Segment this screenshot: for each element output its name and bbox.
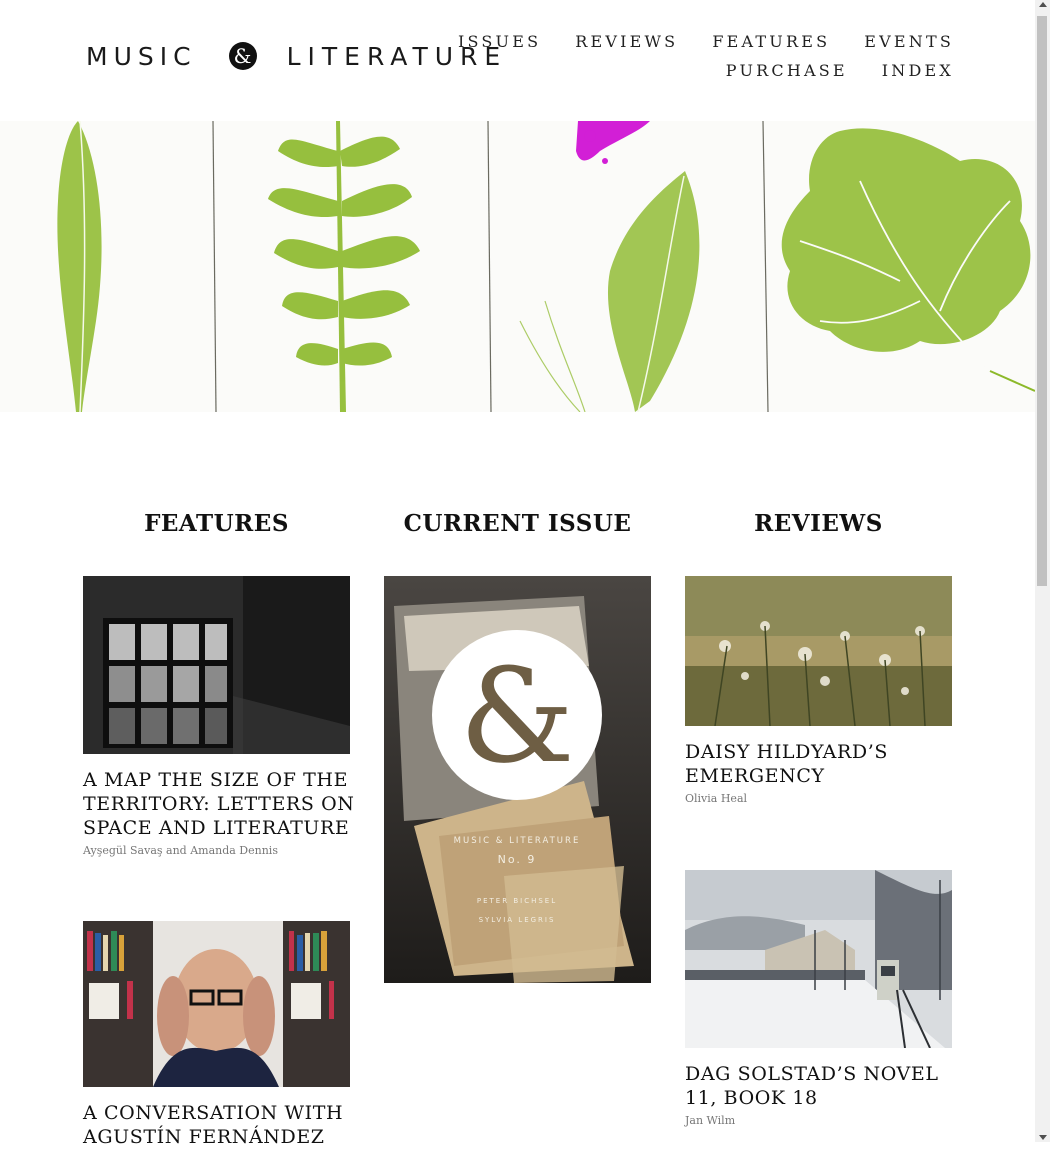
- review-2-image[interactable]: [685, 870, 952, 1048]
- scroll-thumb[interactable]: [1037, 16, 1047, 586]
- site-logo[interactable]: MUSIC & LITERATURE: [86, 38, 507, 74]
- scroll-up-arrow-icon[interactable]: [1039, 2, 1047, 7]
- nav-link-features[interactable]: FEATURES: [712, 32, 830, 51]
- current-issue-cover[interactable]: & MUSIC & LITERATURE No. 9 PETER BICHSEL…: [384, 576, 651, 983]
- feature-1-image[interactable]: [83, 576, 350, 754]
- reviews-heading: REVIEWS: [754, 510, 883, 537]
- cover-author-1: PETER BICHSEL: [477, 897, 557, 905]
- vertical-scrollbar[interactable]: [1035, 0, 1050, 1142]
- nav-link-reviews[interactable]: REVIEWS: [575, 32, 678, 51]
- review-2-author: Jan Wilm: [685, 1114, 736, 1127]
- hero-banner-image: [0, 121, 1035, 412]
- feature-1-title[interactable]: A MAP THE SIZE OF THE TERRITORY: LETTERS…: [83, 768, 358, 840]
- scroll-down-arrow-icon[interactable]: [1039, 1135, 1047, 1140]
- feature-2-image[interactable]: [83, 921, 350, 1087]
- nav-link-index[interactable]: INDEX: [882, 61, 954, 80]
- current-issue-heading: CURRENT ISSUE: [403, 510, 632, 537]
- logo-ampersand-icon: &: [228, 42, 257, 70]
- nav-link-issues[interactable]: ISSUES: [458, 32, 541, 51]
- cover-issue-number: No. 9: [498, 853, 537, 866]
- cover-title: MUSIC & LITERATURE: [454, 836, 581, 846]
- review-2-title[interactable]: DAG SOLSTAD’S NOVEL 11, BOOK 18: [685, 1062, 960, 1110]
- nav-link-purchase[interactable]: PURCHASE: [726, 61, 848, 80]
- nav-link-events[interactable]: EVENTS: [864, 32, 954, 51]
- review-1-title[interactable]: DAISY HILDYARD’S EMERGENCY: [685, 740, 960, 788]
- nav-row-1: ISSUES REVIEWS FEATURES EVENTS: [458, 32, 954, 51]
- main-navigation: ISSUES REVIEWS FEATURES EVENTS PURCHASE …: [458, 32, 954, 90]
- review-1-author: Olivia Heal: [685, 792, 748, 805]
- nav-row-2: PURCHASE INDEX: [484, 61, 954, 80]
- cover-author-2: SYLVIA LEGRIS: [479, 916, 556, 924]
- svg-text:&: &: [459, 640, 575, 792]
- feature-1-author: Ayşegül Savaş and Amanda Dennis: [83, 844, 278, 857]
- logo-word-music: MUSIC: [86, 41, 197, 71]
- features-heading: FEATURES: [144, 510, 289, 537]
- review-1-image[interactable]: [685, 576, 952, 726]
